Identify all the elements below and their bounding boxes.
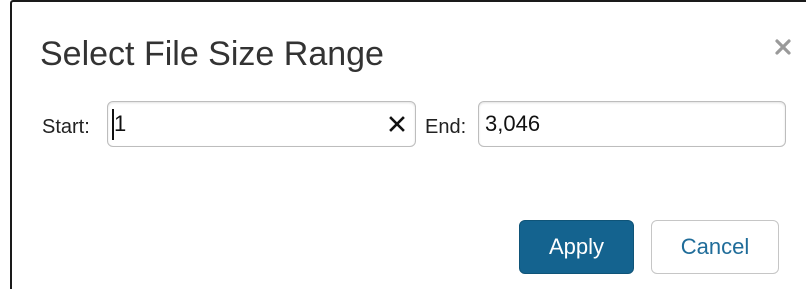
text-cursor bbox=[112, 109, 114, 140]
dialog-title: Select File Size Range bbox=[40, 35, 384, 73]
apply-button[interactable]: Apply bbox=[519, 220, 634, 274]
close-icon[interactable] bbox=[770, 34, 796, 60]
start-field[interactable] bbox=[107, 101, 416, 147]
dialog-border-left bbox=[10, 10, 12, 289]
start-label: Start: bbox=[42, 116, 90, 138]
end-input[interactable] bbox=[479, 102, 785, 146]
dialog-border-top bbox=[10, 0, 806, 12]
end-label: End: bbox=[425, 116, 467, 138]
start-input[interactable] bbox=[108, 102, 415, 146]
clear-icon[interactable] bbox=[387, 114, 407, 134]
file-size-range-dialog: Select File Size Range Start: End: Apply… bbox=[0, 0, 806, 289]
cancel-button[interactable]: Cancel bbox=[651, 220, 779, 274]
end-field[interactable] bbox=[478, 101, 786, 147]
